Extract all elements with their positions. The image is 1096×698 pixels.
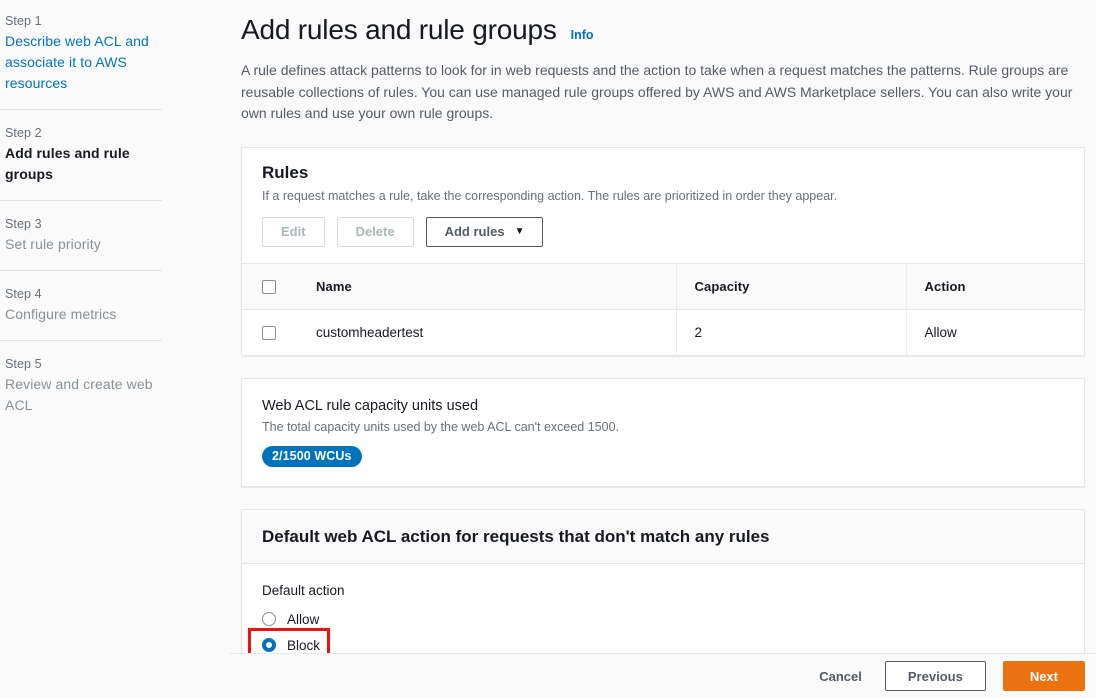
- row-select-cell: [242, 309, 316, 355]
- sidebar-divider: [0, 109, 162, 110]
- step-label: Review and create web ACL: [5, 374, 162, 416]
- capacity-card-body: Web ACL rule capacity units used The tot…: [242, 379, 1084, 486]
- column-header-action[interactable]: Action: [906, 263, 1084, 309]
- radio-option-allow[interactable]: Allow: [262, 608, 1064, 630]
- capacity-subtitle: The total capacity units used by the web…: [262, 418, 1064, 437]
- wcu-badge: 2/1500 WCUs: [262, 446, 362, 467]
- main-content: Add rules and rule groups Info A rule de…: [230, 0, 1096, 698]
- step-number: Step 4: [5, 285, 162, 304]
- step-number: Step 5: [5, 355, 162, 374]
- sidebar-item-step-3: Step 3 Set rule priority: [0, 215, 230, 255]
- delete-button[interactable]: Delete: [337, 217, 414, 247]
- table-header-row: Name Capacity Action: [242, 263, 1084, 309]
- step-label[interactable]: Describe web ACL and associate it to AWS…: [5, 31, 162, 94]
- cell-action: Allow: [906, 309, 1084, 355]
- add-rules-button[interactable]: Add rules ▼: [426, 217, 544, 247]
- capacity-card: Web ACL rule capacity units used The tot…: [241, 378, 1085, 487]
- step-number: Step 3: [5, 215, 162, 234]
- wizard-step-sidebar: Step 1 Describe web ACL and associate it…: [0, 0, 230, 698]
- sidebar-divider: [0, 340, 162, 341]
- rules-table-header: Name Capacity Action: [242, 263, 1084, 309]
- column-header-name[interactable]: Name: [316, 263, 676, 309]
- page-header: Add rules and rule groups Info: [241, 12, 1085, 48]
- column-header-capacity[interactable]: Capacity: [676, 263, 906, 309]
- radio-label-allow: Allow: [287, 612, 319, 627]
- select-all-checkbox[interactable]: [262, 280, 276, 294]
- step-label: Set rule priority: [5, 234, 162, 255]
- edit-button[interactable]: Edit: [262, 217, 325, 247]
- cancel-button[interactable]: Cancel: [813, 669, 868, 684]
- rules-toolbar: Edit Delete Add rules ▼: [262, 217, 1064, 247]
- cell-capacity: 2: [676, 309, 906, 355]
- rules-card: Rules If a request matches a rule, take …: [241, 147, 1085, 357]
- step-label: Configure metrics: [5, 304, 162, 325]
- default-action-title: Default web ACL action for requests that…: [262, 526, 1064, 548]
- rules-card-head: Rules If a request matches a rule, take …: [242, 148, 1084, 263]
- next-button[interactable]: Next: [1003, 661, 1085, 691]
- page-description: A rule defines attack patterns to look f…: [241, 60, 1075, 125]
- rules-card-title: Rules: [262, 162, 1064, 184]
- select-all-header: [242, 263, 316, 309]
- radio-icon-block[interactable]: [262, 638, 276, 652]
- add-rules-label: Add rules: [445, 224, 505, 239]
- radio-icon-allow[interactable]: [262, 612, 276, 626]
- sidebar-item-step-5: Step 5 Review and create web ACL: [0, 355, 230, 416]
- wizard-footer: Cancel Previous Next: [230, 653, 1096, 698]
- default-action-field-label: Default action: [262, 581, 1064, 601]
- sidebar-divider: [0, 270, 162, 271]
- table-row[interactable]: customheadertest 2 Allow: [242, 309, 1084, 355]
- info-link[interactable]: Info: [571, 28, 594, 42]
- page-title: Add rules and rule groups: [241, 12, 557, 48]
- capacity-title: Web ACL rule capacity units used: [262, 396, 1064, 417]
- sidebar-item-step-4: Step 4 Configure metrics: [0, 285, 230, 325]
- sidebar-item-step-2[interactable]: Step 2 Add rules and rule groups: [0, 124, 230, 185]
- rules-table-body: customheadertest 2 Allow: [242, 309, 1084, 355]
- default-action-card-header: Default web ACL action for requests that…: [242, 510, 1084, 564]
- radio-label-block: Block: [287, 638, 320, 653]
- sidebar-item-step-1[interactable]: Step 1 Describe web ACL and associate it…: [0, 12, 230, 94]
- rules-card-subtitle: If a request matches a rule, take the co…: [262, 187, 1064, 205]
- row-checkbox[interactable]: [262, 326, 276, 340]
- sidebar-divider: [0, 200, 162, 201]
- previous-button[interactable]: Previous: [885, 661, 986, 691]
- cell-name: customheadertest: [316, 309, 676, 355]
- page-root: Step 1 Describe web ACL and associate it…: [0, 0, 1096, 698]
- step-number: Step 2: [5, 124, 162, 143]
- step-label: Add rules and rule groups: [5, 143, 162, 185]
- chevron-down-icon: ▼: [515, 227, 525, 237]
- step-number: Step 1: [5, 12, 162, 31]
- rules-table: Name Capacity Action customheadertest 2: [242, 263, 1084, 356]
